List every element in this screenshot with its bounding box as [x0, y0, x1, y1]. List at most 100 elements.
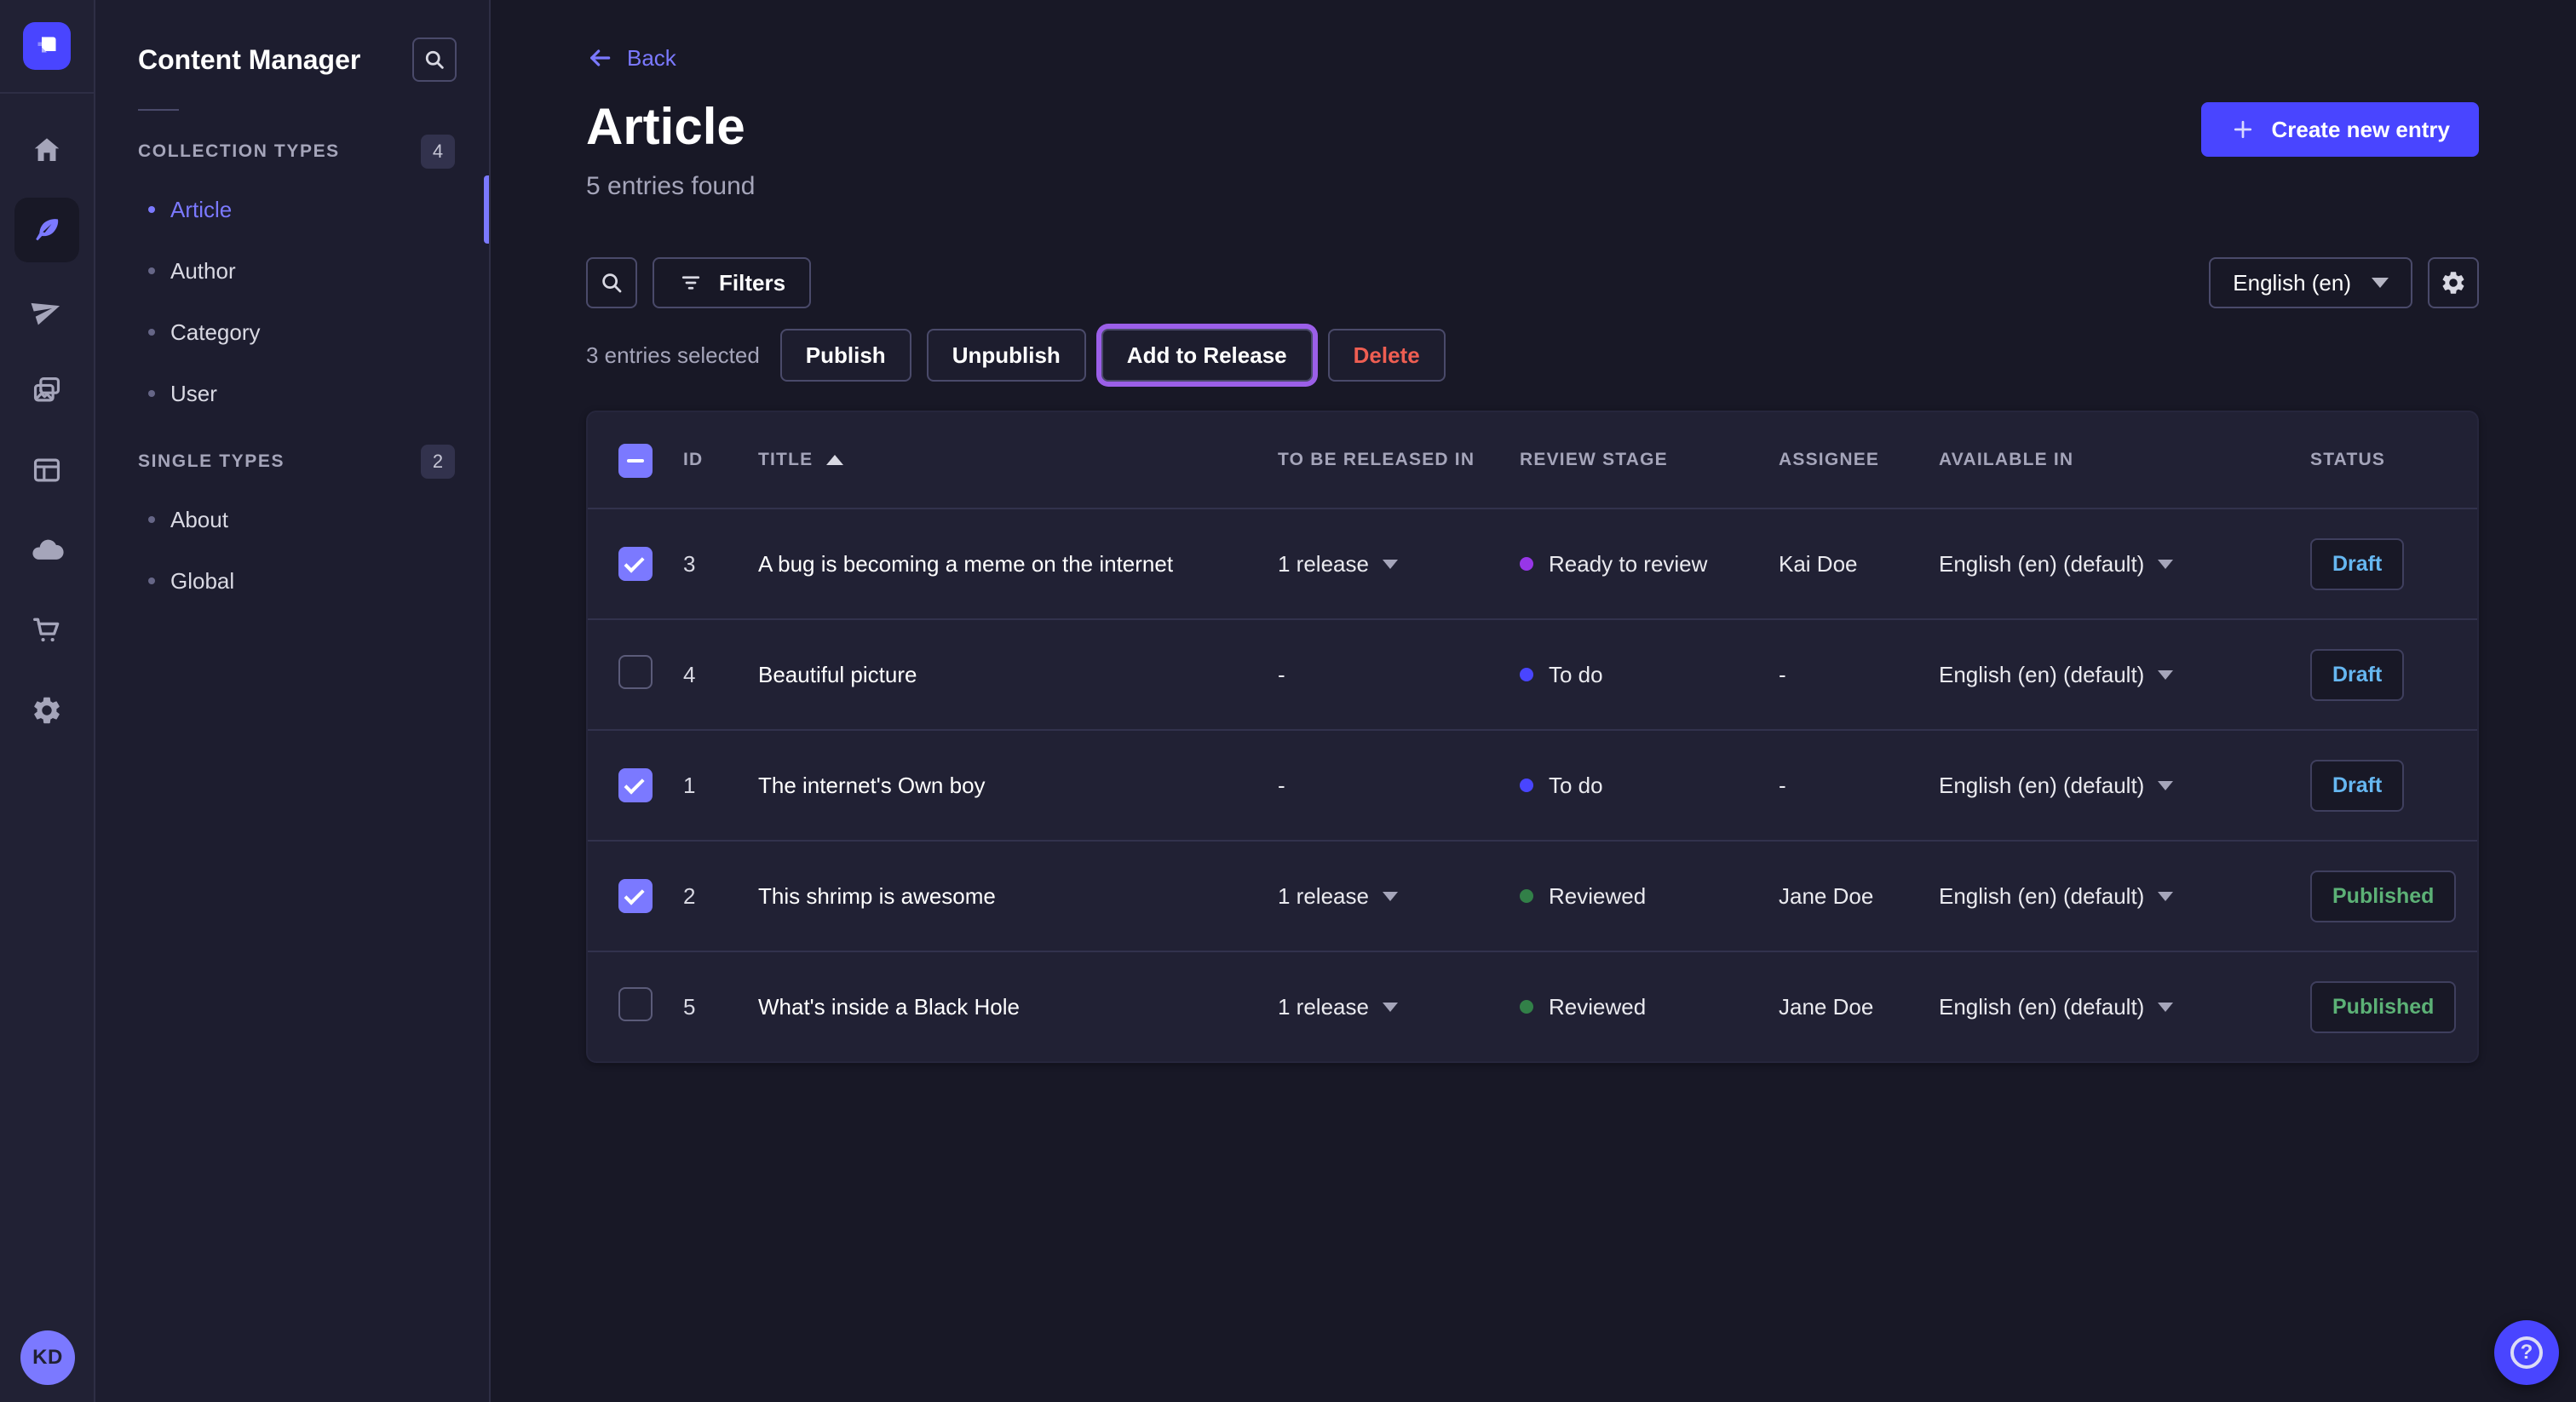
feather-icon	[31, 214, 63, 246]
table-row[interactable]: 4 Beautiful picture - To do - English (e…	[588, 618, 2477, 729]
question-mark-icon: ?	[2510, 1336, 2543, 1369]
column-header-status[interactable]: STATUS	[2310, 450, 2477, 470]
delete-button[interactable]: Delete	[1328, 329, 1446, 382]
row-title: Beautiful picture	[758, 662, 1278, 688]
unpublish-button[interactable]: Unpublish	[927, 329, 1086, 382]
status-badge: Draft	[2310, 760, 2404, 812]
table-row[interactable]: 3 A bug is becoming a meme on the intern…	[588, 508, 2477, 618]
table-row[interactable]: 2 This shrimp is awesome 1 release Revie…	[588, 840, 2477, 951]
bullet-icon	[148, 577, 155, 584]
row-title: What's inside a Black Hole	[758, 994, 1278, 1020]
row-checkbox[interactable]	[618, 987, 653, 1021]
row-locale-value: English (en) (default)	[1939, 662, 2144, 688]
table-row[interactable]: 1 The internet's Own boy - To do - Engli…	[588, 729, 2477, 840]
sort-ascending-icon	[826, 455, 843, 465]
review-stage-dot	[1520, 889, 1533, 903]
rail-item-media-library[interactable]	[14, 358, 79, 422]
row-locale-value: English (en) (default)	[1939, 883, 2144, 910]
subnav-search-button[interactable]	[412, 37, 457, 82]
create-new-entry-button[interactable]: Create new entry	[2201, 102, 2479, 157]
bullet-icon	[148, 329, 155, 336]
search-icon	[423, 48, 446, 72]
column-header-assignee[interactable]: ASSIGNEE	[1779, 450, 1939, 470]
active-indicator	[484, 175, 489, 244]
back-link[interactable]: Back	[586, 44, 676, 72]
table-body: 3 A bug is becoming a meme on the intern…	[588, 508, 2477, 1061]
rail-item-settings[interactable]	[14, 678, 79, 743]
create-new-entry-label: Create new entry	[2271, 117, 2450, 143]
subnav-item-article[interactable]: Article	[95, 179, 489, 240]
row-assignee: Jane Doe	[1779, 883, 1939, 910]
bullet-icon	[148, 390, 155, 397]
review-stage-label: Reviewed	[1549, 994, 1646, 1020]
subnav-item-label: Category	[170, 319, 261, 346]
row-release-dropdown[interactable]: -	[1278, 773, 1520, 799]
publish-button[interactable]: Publish	[780, 329, 911, 382]
column-header-available-in[interactable]: AVAILABLE IN	[1939, 450, 2310, 470]
row-release-dropdown[interactable]: -	[1278, 662, 1520, 688]
layout-icon	[31, 454, 63, 486]
subnav-item-category[interactable]: Category	[95, 302, 489, 363]
column-header-release[interactable]: TO BE RELEASED IN	[1278, 450, 1520, 470]
review-stage-label: Ready to review	[1549, 551, 1707, 577]
filters-button[interactable]: Filters	[653, 257, 811, 308]
row-locale-dropdown[interactable]: English (en) (default)	[1939, 773, 2310, 799]
row-checkbox[interactable]	[618, 547, 653, 581]
row-id: 2	[683, 883, 758, 910]
send-icon	[31, 294, 63, 326]
row-locale-dropdown[interactable]: English (en) (default)	[1939, 662, 2310, 688]
row-assignee: -	[1779, 662, 1939, 688]
selection-summary: 3 entries selected	[586, 342, 760, 369]
rail-item-content-manager[interactable]	[14, 198, 79, 262]
rail-item-releases[interactable]	[14, 278, 79, 342]
rail-item-content-type-builder[interactable]	[14, 438, 79, 503]
row-release-value: 1 release	[1278, 994, 1369, 1020]
subnav-item-about[interactable]: About	[95, 489, 489, 550]
search-button[interactable]	[586, 257, 637, 308]
row-release-dropdown[interactable]: 1 release	[1278, 551, 1520, 577]
rail-item-marketplace[interactable]	[14, 598, 79, 663]
back-label: Back	[627, 45, 676, 72]
row-release-dropdown[interactable]: 1 release	[1278, 883, 1520, 910]
subnav-item-label: Author	[170, 258, 236, 284]
subnav-divider	[138, 109, 179, 111]
row-checkbox[interactable]	[618, 879, 653, 913]
rail-item-deploy[interactable]	[14, 518, 79, 583]
row-locale-dropdown[interactable]: English (en) (default)	[1939, 551, 2310, 577]
row-id: 1	[683, 773, 758, 799]
status-badge: Draft	[2310, 538, 2404, 590]
row-locale-dropdown[interactable]: English (en) (default)	[1939, 883, 2310, 910]
table-row[interactable]: 5 What's inside a Black Hole 1 release R…	[588, 951, 2477, 1061]
select-all-checkbox[interactable]	[618, 444, 653, 478]
subnav-section: SINGLE TYPES2AboutGlobal	[95, 445, 489, 612]
rail-item-home[interactable]	[14, 118, 79, 182]
row-review-stage: Reviewed	[1520, 883, 1779, 910]
column-header-id[interactable]: ID	[683, 450, 758, 470]
row-locale-dropdown[interactable]: English (en) (default)	[1939, 994, 2310, 1020]
row-checkbox[interactable]	[618, 768, 653, 802]
subnav-item-author[interactable]: Author	[95, 240, 489, 302]
add-to-release-button[interactable]: Add to Release	[1101, 329, 1313, 382]
cloud-icon	[30, 533, 64, 567]
help-button[interactable]: ?	[2494, 1320, 2559, 1385]
row-release-dropdown[interactable]: 1 release	[1278, 994, 1520, 1020]
row-review-stage: Ready to review	[1520, 551, 1779, 577]
review-stage-label: To do	[1549, 773, 1603, 799]
review-stage-label: To do	[1549, 662, 1603, 688]
review-stage-dot	[1520, 668, 1533, 681]
subnav-item-global[interactable]: Global	[95, 550, 489, 612]
column-header-title[interactable]: TITLE	[758, 450, 1278, 470]
bullet-icon	[148, 206, 155, 213]
subnav-sections: COLLECTION TYPES4ArticleAuthorCategoryUs…	[95, 135, 489, 612]
row-checkbox[interactable]	[618, 655, 653, 689]
subnav-item-user[interactable]: User	[95, 363, 489, 424]
row-id: 5	[683, 994, 758, 1020]
column-header-review-stage[interactable]: REVIEW STAGE	[1520, 450, 1779, 470]
user-avatar[interactable]: KD	[20, 1330, 75, 1385]
locale-select[interactable]: English (en)	[2209, 257, 2412, 308]
view-settings-button[interactable]	[2428, 257, 2479, 308]
subnav: Content Manager COLLECTION TYPES4Article…	[95, 0, 491, 1402]
row-review-stage: Reviewed	[1520, 994, 1779, 1020]
strapi-logo[interactable]	[23, 22, 71, 70]
row-review-stage: To do	[1520, 773, 1779, 799]
